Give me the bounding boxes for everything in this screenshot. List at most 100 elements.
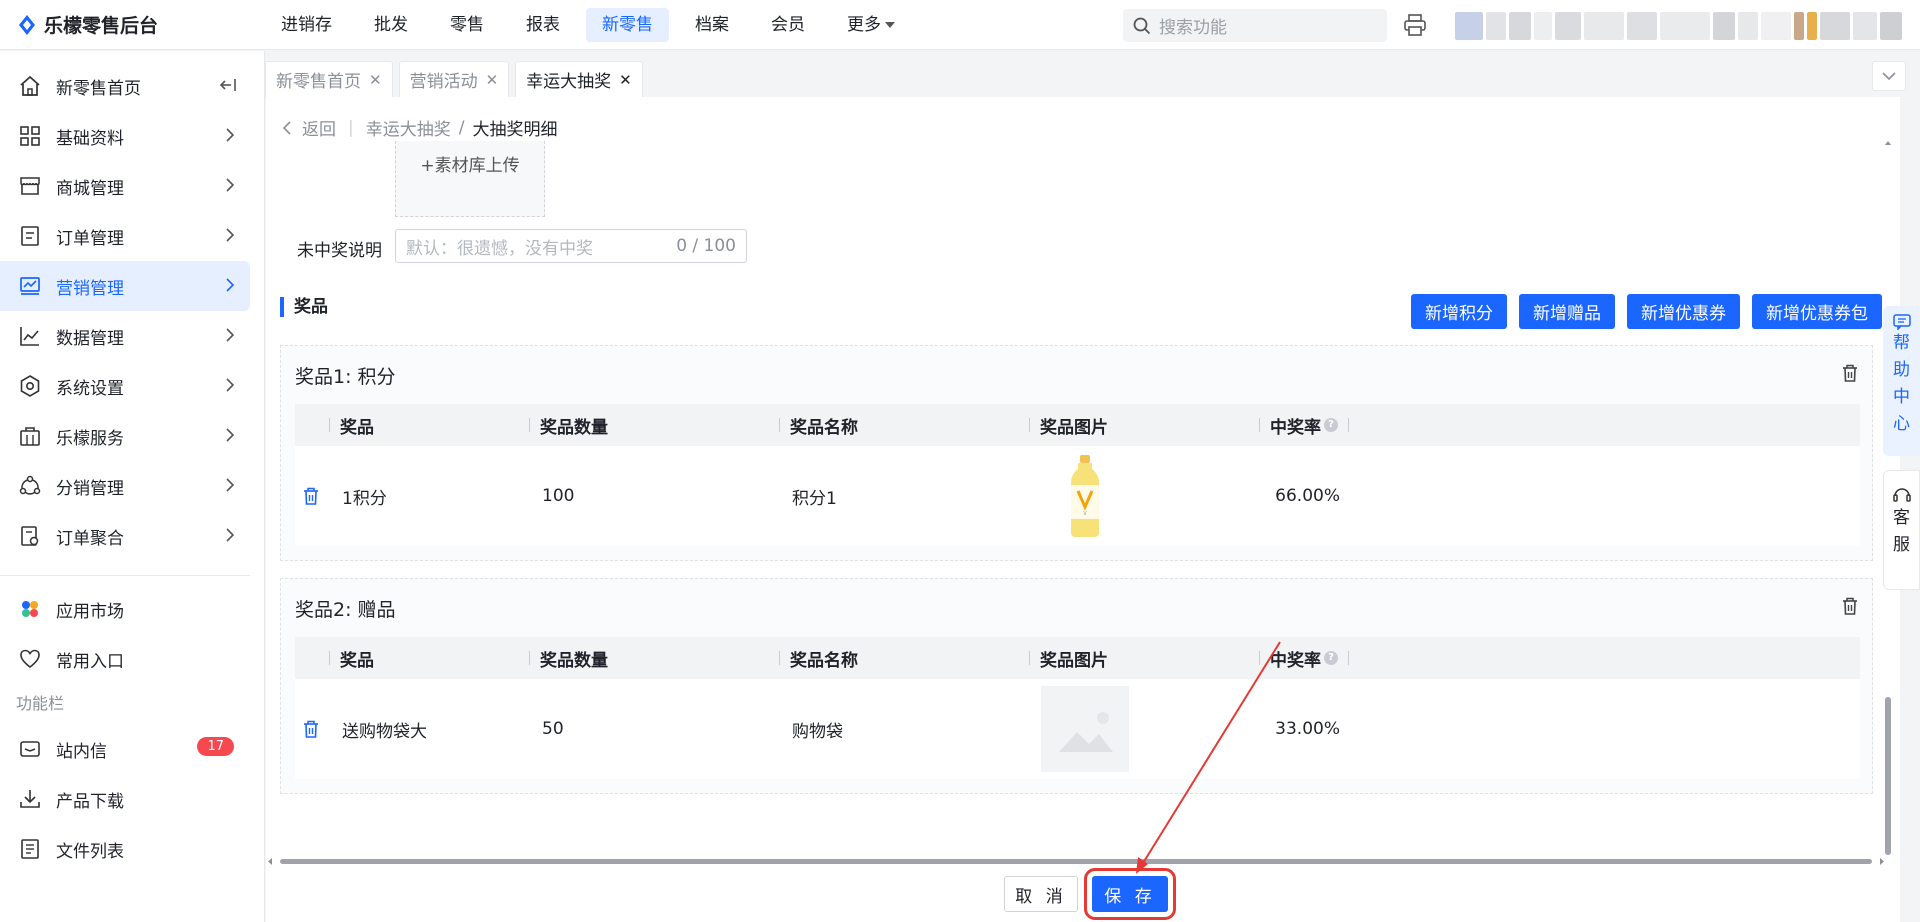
table-header: 奖品名称 [790,417,858,438]
close-icon[interactable]: ✕ [486,71,499,89]
heart-icon [18,647,42,671]
material-upload-button[interactable]: +素材库上传 [395,141,545,217]
tab-bar: 新零售首页 ✕ 营销活动 ✕ 幸运大抽奖 ✕ [265,51,1920,97]
app-title: 乐檬零售后台 [44,15,159,37]
prize-card: 奖品2: 赠品 奖品 奖品数量 奖品名称 奖品图片 中奖率? 送购物袋大 50 购物袋 33.00… [280,578,1873,794]
breadcrumb-parent[interactable]: 幸运大抽奖 [366,115,451,140]
top-nav-item[interactable]: 会员 [755,8,821,42]
customer-service-button[interactable]: 客 服 [1883,470,1920,590]
caret-down-icon [885,21,895,28]
sidebar-item[interactable]: 数据管理 [0,311,250,361]
chart-icon [18,324,42,348]
table-row: 1积分 100 积分1 V 66.00% [295,446,1860,546]
top-nav-item[interactable]: 批发 [358,8,424,42]
no-prize-counter: 0 / 100 [676,236,736,256]
info-icon[interactable]: ? [1324,418,1338,432]
quantity-cell: 100 [542,486,575,506]
sidebar-item-label: 营销管理 [56,278,124,299]
page-tab[interactable]: 新零售首页 ✕ [265,61,393,97]
prize-cell: 送购物袋大 [342,721,427,742]
rate-cell: 33.00% [1275,719,1340,739]
svg-text:V: V [1083,511,1087,517]
add-prize-button[interactable]: 新增积分 [1411,294,1507,329]
info-icon[interactable]: ? [1324,651,1338,665]
horizontal-scrollbar[interactable] [266,857,1886,866]
add-prize-button[interactable]: 新增优惠券包 [1752,294,1882,329]
sidebar-item[interactable]: 系统设置 [0,361,250,411]
save-button[interactable]: 保 存 [1084,868,1176,920]
add-prize-button[interactable]: 新增赠品 [1519,294,1615,329]
sidebar-item[interactable]: 分销管理 [0,461,250,511]
top-nav-item[interactable]: 零售 [434,8,500,42]
sidebar-item[interactable]: 基础资料 [0,111,250,161]
back-link[interactable]: 返回 [302,115,336,140]
search-input[interactable]: 搜索功能 [1123,9,1387,42]
page-tab[interactable]: 幸运大抽奖 ✕ [515,61,643,97]
order-icon [18,224,42,248]
sidebar-item[interactable]: 商城管理 [0,161,250,211]
sidebar-item[interactable]: 订单管理 [0,211,250,261]
sidebar-item-label: 订单管理 [56,228,124,249]
top-nav-item[interactable]: 报表 [510,8,576,42]
cancel-button[interactable]: 取 消 [1004,876,1078,912]
store-icon [18,174,42,198]
no-prize-placeholder: 默认：很遗憾，没有中奖 [406,238,593,259]
delete-row-icon[interactable] [303,446,319,546]
top-nav-item[interactable]: 进销存 [265,8,348,42]
chevron-right-icon [226,328,234,342]
sidebar-item[interactable]: 文件列表 [0,824,250,874]
top-nav-label: 零售 [450,14,484,35]
close-icon[interactable]: ✕ [619,71,632,89]
top-nav-label: 会员 [771,14,805,35]
top-nav-item[interactable]: 新零售 [586,7,669,42]
chevron-right-icon [226,228,234,242]
add-prize-button[interactable]: 新增优惠券 [1627,294,1740,329]
delete-prize-card-icon[interactable] [1842,364,1858,382]
sidebar-item[interactable]: 新零售首页 [0,61,250,111]
prize-cell: 1积分 [342,488,387,509]
app-logo[interactable]: 乐檬零售后台 [0,11,265,38]
top-nav-label: 报表 [526,14,560,35]
chevron-right-icon [226,528,234,542]
top-nav-item[interactable]: 档案 [679,8,745,42]
close-icon[interactable]: ✕ [369,71,382,89]
sidebar-item-label: 站内信 [56,741,107,762]
unread-badge: 17 [197,737,234,756]
tab-dropdown-button[interactable] [1872,61,1906,91]
service-icon [18,424,42,448]
form-footer: 取 消 保 存 [1004,868,1176,920]
table-header: 中奖率 [1270,417,1321,438]
help-center-button[interactable]: 帮 助 中 心 [1883,306,1920,456]
collapse-sidebar-icon[interactable] [220,78,236,92]
sidebar-item[interactable]: 订单聚合 [0,511,250,561]
table-header: 奖品图片 [1040,650,1108,671]
sidebar-item[interactable]: 乐檬服务 [0,411,250,461]
no-prize-input[interactable]: 默认：很遗憾，没有中奖 0 / 100 [395,229,747,263]
table-header-row: 奖品 奖品数量 奖品名称 奖品图片 中奖率? [295,637,1860,679]
delete-prize-card-icon[interactable] [1842,597,1858,615]
sidebar-item[interactable]: 站内信 17 [0,724,250,774]
breadcrumb-slash: / [458,117,465,138]
top-nav-label: 新零售 [602,14,653,35]
sidebar-item-label: 乐檬服务 [56,428,124,449]
prize-image-cell[interactable] [1041,679,1129,779]
prize-image-cell[interactable]: V [1070,446,1100,546]
user-info-blurred[interactable] [1455,12,1902,40]
top-nav-item[interactable]: 更多 [831,8,911,42]
mail-icon [18,737,42,761]
sidebar-item[interactable]: 常用入口 [0,634,250,684]
prize-add-buttons: 新增积分 新增赠品 新增优惠券 新增优惠券包 [1411,294,1882,329]
sidebar-item[interactable]: 营销管理 [0,261,250,311]
back-chevron-icon[interactable] [282,120,294,135]
chevron-right-icon [226,178,234,192]
page-tab[interactable]: 营销活动 ✕ [398,61,510,97]
table-header: 奖品图片 [1040,417,1108,438]
sidebar-item[interactable]: 产品下载 [0,774,250,824]
sidebar-item[interactable]: 应用市场 [0,584,250,634]
sidebar-divider [0,575,250,576]
main-content: 返回 | 幸运大抽奖 / 大抽奖明细 +素材库上传 未中奖说明 默认：很遗憾，没… [266,97,1900,922]
sidebar-item-label: 基础资料 [56,128,124,149]
printer-icon[interactable] [1403,14,1427,36]
delete-row-icon[interactable] [303,679,319,779]
table-header: 奖品名称 [790,650,858,671]
